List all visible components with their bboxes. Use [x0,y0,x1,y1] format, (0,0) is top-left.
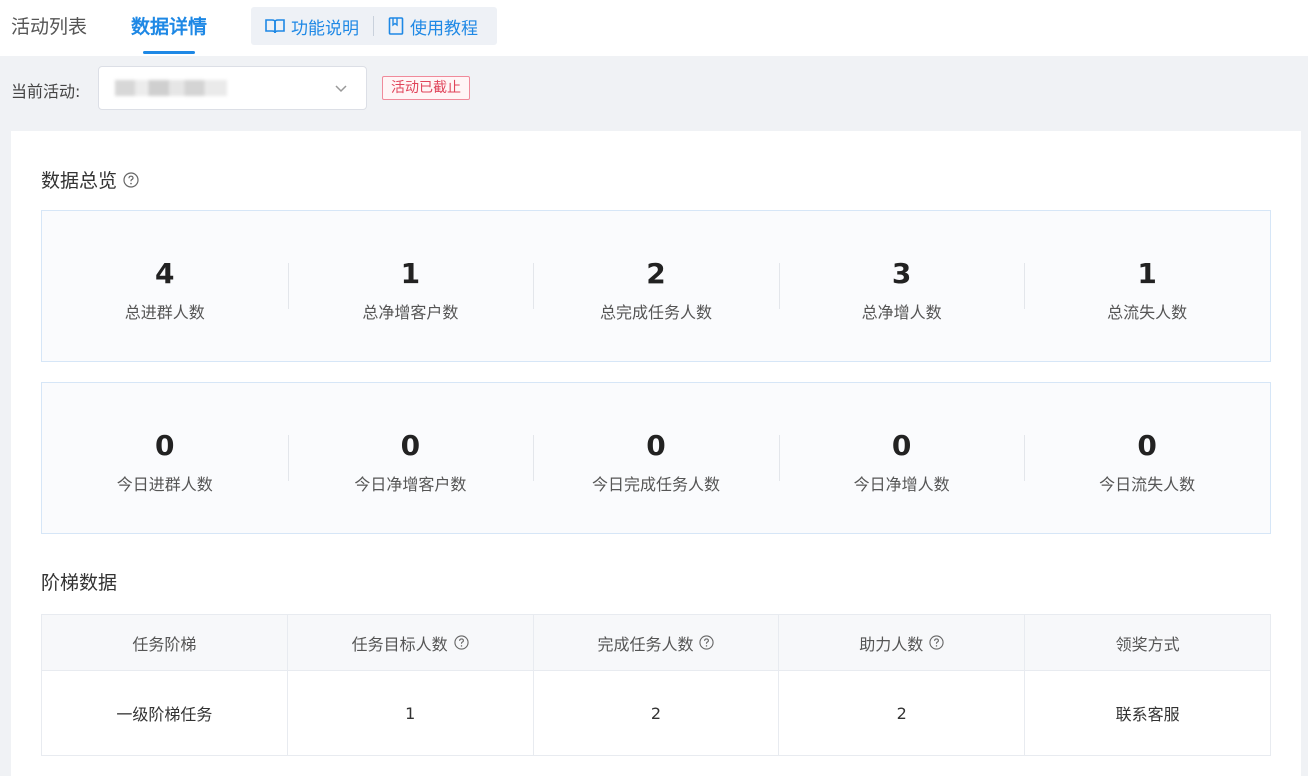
stat-value: 2 [646,257,666,290]
overview-title: 数据总览 [41,166,139,193]
column-header-label: 完成任务人数 [597,634,694,654]
stat-value: 0 [155,429,175,462]
stat-total-joined: 4 总进群人数 [42,211,288,361]
document-icon [388,17,404,35]
activity-name-redacted [115,80,227,96]
column-header: 任务阶梯 [41,614,288,671]
current-activity-label: 当前活动: [11,82,81,101]
column-header-content: 完成任务人数 [597,631,715,655]
column-header-content: 助力人数 [859,631,944,655]
stat-total-net-customers: 1 总净增客户数 [287,211,534,361]
today-stats: 0 今日进群人数 0 今日净增客户数 0 今日完成任务人数 0 今日净增人数 0… [41,382,1271,534]
top-bar: 活动列表 数据详情 功能说明 使用教程 [0,0,1308,56]
stat-label: 今日流失人数 [1099,475,1196,494]
tab-activity-list[interactable]: 活动列表 [11,0,87,56]
column-header-label: 任务目标人数 [351,634,448,654]
feature-description-link[interactable]: 功能说明 [251,7,373,45]
stat-label: 总净增人数 [861,303,942,322]
stat-total-completed: 2 总完成任务人数 [533,211,779,361]
stat-today-joined: 0 今日进群人数 [42,383,288,533]
stat-today-completed: 0 今日完成任务人数 [533,383,779,533]
stat-label: 今日净增人数 [853,475,950,494]
stat-label: 今日进群人数 [116,475,213,494]
feature-description-label: 功能说明 [291,18,359,39]
table-header-row: 任务阶梯 任务目标人数 完成任务人数 助力人数 领奖方式 [41,614,1271,671]
column-header-content: 任务目标人数 [352,631,469,655]
stat-total-net-increase: 3 总净增人数 [778,211,1025,361]
stat-label: 总净增客户数 [362,303,459,322]
stat-total-lost: 1 总流失人数 [1024,211,1270,361]
stat-label: 今日完成任务人数 [591,475,720,494]
ladder-title: 阶梯数据 [41,568,117,595]
stat-label: 总流失人数 [1107,303,1188,322]
tutorial-link[interactable]: 使用教程 [374,7,492,45]
table-cell: 1 [286,670,534,756]
column-header: 领奖方式 [1024,614,1271,671]
column-header: 完成任务人数 [532,614,780,671]
help-circle-icon[interactable] [699,635,715,650]
table-cell: 一级阶梯任务 [41,670,288,756]
stat-label: 总完成任务人数 [599,303,712,322]
stat-value: 0 [1137,429,1157,462]
ladder-table: 任务阶梯 任务目标人数 完成任务人数 助力人数 领奖方式 一级阶梯任务 1 2 … [41,614,1271,756]
stat-value: 0 [646,429,666,462]
help-circle-icon[interactable] [454,635,469,650]
book-icon [265,19,285,34]
column-header-label: 任务阶梯 [132,634,197,654]
stat-today-net-increase: 0 今日净增人数 [778,383,1025,533]
stat-value: 0 [400,429,421,462]
stat-today-lost: 0 今日流失人数 [1024,383,1270,533]
column-header: 任务目标人数 [286,614,534,671]
stat-value: 0 [891,429,912,462]
stat-value: 4 [155,257,175,290]
activity-filter-row: 当前活动: 活动已截止 [0,56,1308,131]
stat-label: 今日净增客户数 [354,475,467,494]
stat-value: 3 [891,257,912,290]
ladder-title-text: 阶梯数据 [41,572,118,594]
stat-value: 1 [1137,257,1157,290]
status-badge: 活动已截止 [382,76,470,100]
stat-value: 1 [400,257,421,290]
help-circle-icon[interactable] [123,171,139,188]
tutorial-label: 使用教程 [410,18,478,39]
main-panel: 数据总览 4 总进群人数 1 总净增客户数 2 总完成任务人数 3 总净增人数 … [11,131,1301,776]
table-cell: 2 [532,670,780,756]
table-row: 一级阶梯任务 1 2 2 联系客服 [41,670,1271,756]
column-header-label: 助力人数 [859,634,924,654]
chevron-down-icon [335,85,347,93]
totals-stats: 4 总进群人数 1 总净增客户数 2 总完成任务人数 3 总净增人数 1 总流失… [41,210,1271,362]
table-cell: 2 [778,670,1026,756]
help-circle-icon[interactable] [929,635,944,650]
overview-title-text: 数据总览 [41,170,118,192]
stat-today-net-customers: 0 今日净增客户数 [287,383,534,533]
column-header: 助力人数 [778,614,1026,671]
stat-label: 总进群人数 [124,303,205,322]
activity-select[interactable] [98,66,367,110]
tab-data-details[interactable]: 数据详情 [131,0,207,56]
table-cell: 联系客服 [1024,670,1271,756]
column-header-label: 领奖方式 [1115,634,1180,654]
help-links: 功能说明 使用教程 [251,7,497,45]
